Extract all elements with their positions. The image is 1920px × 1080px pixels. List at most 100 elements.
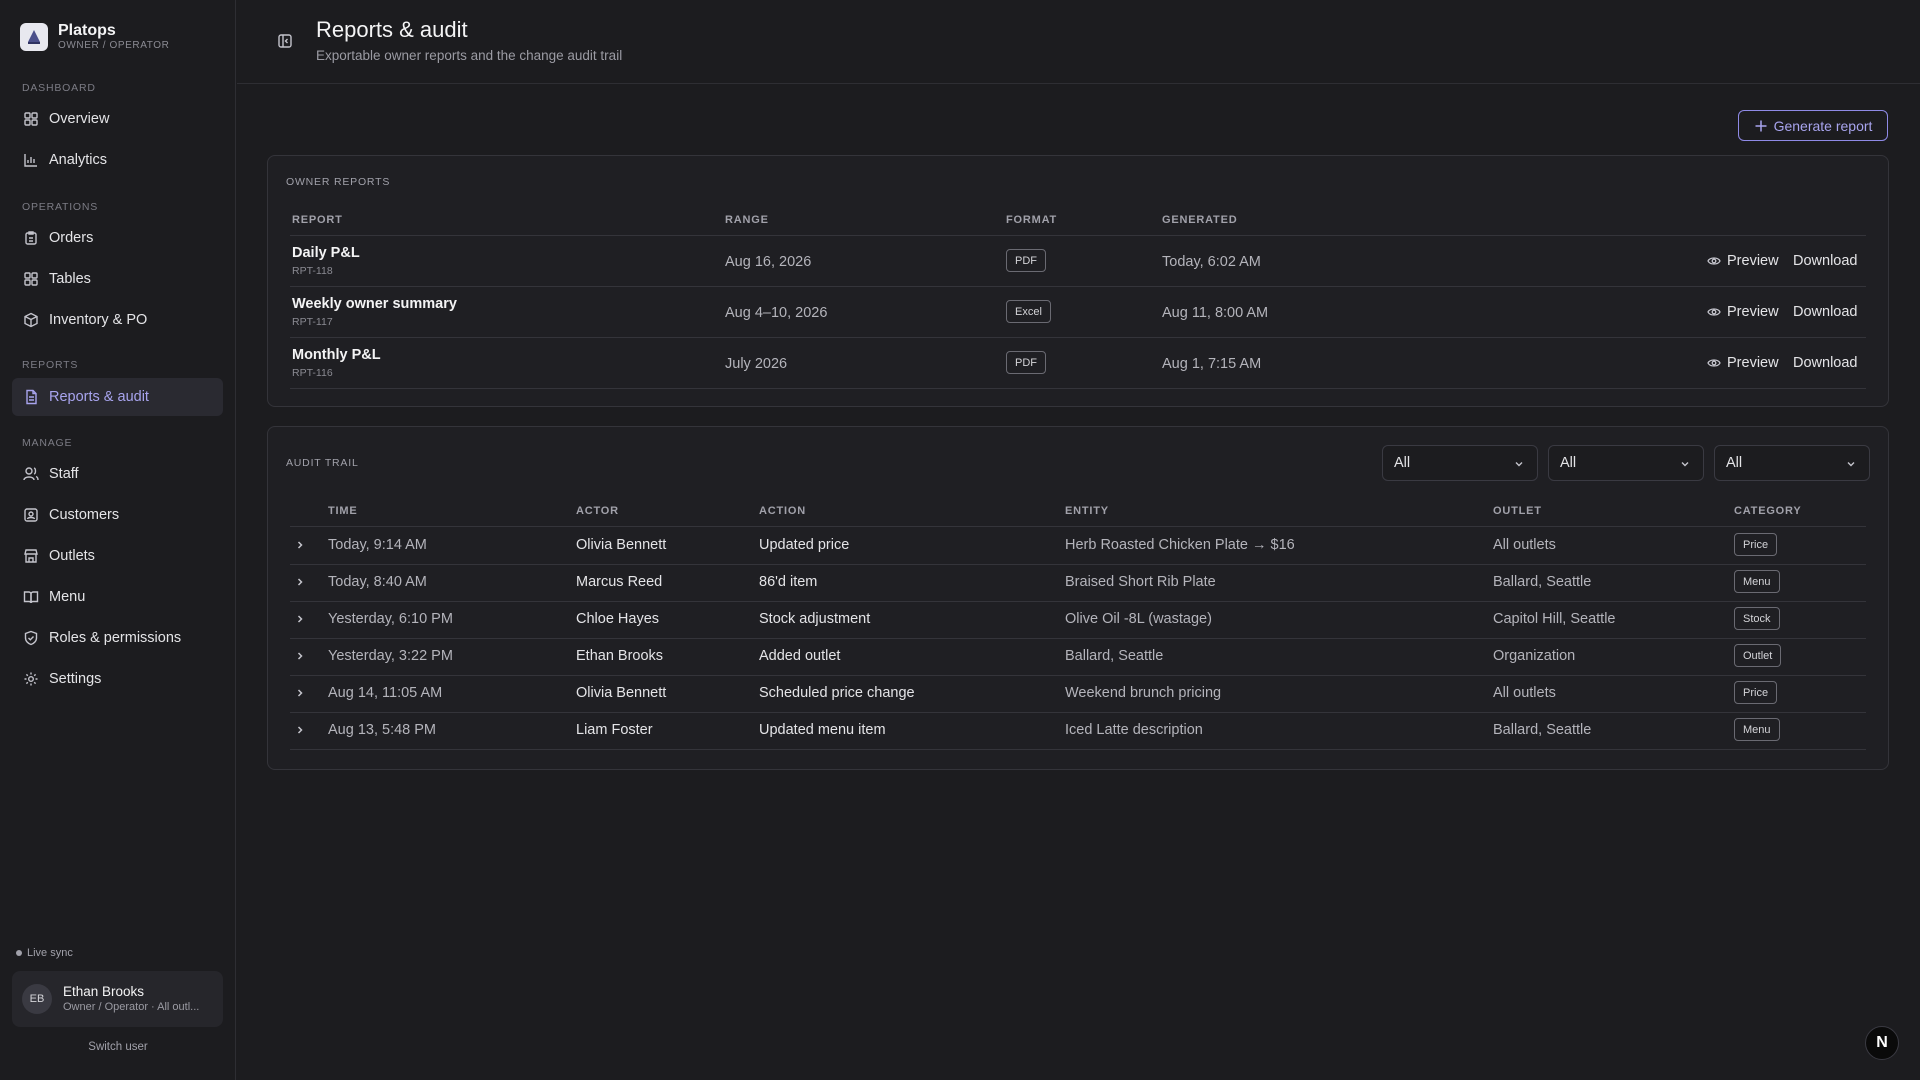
brand-logo-icon — [20, 23, 48, 51]
col-action: ACTION — [759, 505, 806, 517]
audit-actor: Olivia Bennett — [576, 537, 667, 553]
filter-value: All — [1394, 455, 1411, 471]
n-badge[interactable]: N — [1865, 1026, 1899, 1060]
preview-label: Preview — [1727, 355, 1779, 371]
switch-user-link[interactable]: Switch user — [0, 1041, 236, 1053]
user-role: Owner / Operator · All outl... — [63, 1000, 200, 1013]
eye-icon — [1707, 308, 1721, 316]
download-link[interactable]: Download — [1793, 304, 1858, 320]
sidebar-item-tables[interactable]: Tables — [12, 260, 223, 298]
owner-reports-title: OWNER REPORTS — [286, 176, 391, 188]
col-range: RANGE — [725, 214, 769, 226]
sidebar-item-overview[interactable]: Overview — [12, 100, 223, 138]
audit-outlet: Ballard, Seattle — [1493, 574, 1592, 590]
audit-outlet: All outlets — [1493, 537, 1556, 553]
sidebar-item-label: Orders — [49, 230, 94, 246]
audit-time: Aug 14, 11:05 AM — [328, 685, 443, 701]
divider — [290, 235, 1866, 236]
format-badge: PDF — [1006, 351, 1046, 374]
preview-link[interactable]: Preview — [1707, 304, 1779, 320]
nav-section-reports: REPORTS — [22, 359, 79, 371]
audit-outlet: Organization — [1493, 648, 1576, 664]
report-id: RPT-116 — [292, 367, 333, 379]
package-icon — [24, 312, 38, 328]
chevron-right-icon[interactable] — [294, 650, 306, 662]
col-report: REPORT — [292, 214, 343, 226]
page-title: Reports & audit — [316, 17, 468, 42]
generate-report-button[interactable]: Generate report — [1738, 110, 1888, 141]
store-icon — [24, 549, 38, 563]
filter-select-2[interactable]: All — [1548, 445, 1704, 481]
sidebar-item-reports-audit[interactable]: Reports & audit — [12, 378, 223, 416]
download-link[interactable]: Download — [1793, 253, 1858, 269]
col-outlet: OUTLET — [1493, 505, 1542, 517]
col-generated: GENERATED — [1162, 214, 1238, 226]
gear-icon — [24, 672, 38, 686]
audit-time: Today, 9:14 AM — [328, 537, 427, 553]
avatar: EB — [22, 984, 52, 1014]
category-badge: Price — [1734, 681, 1778, 704]
sidebar-item-menu[interactable]: Menu — [12, 578, 223, 616]
sidebar-item-customers[interactable]: Customers — [12, 496, 223, 534]
report-range: Aug 16, 2026 — [725, 254, 812, 270]
preview-link[interactable]: Preview — [1707, 355, 1779, 371]
chevron-right-icon[interactable] — [294, 687, 306, 699]
grid-icon — [24, 272, 38, 286]
sidebar-item-inventory[interactable]: Inventory & PO — [12, 301, 223, 339]
divider — [290, 675, 1866, 676]
col-format: FORMAT — [1006, 214, 1058, 226]
audit-time: Aug 13, 5:48 PM — [328, 722, 437, 738]
report-generated: Today, 6:02 AM — [1162, 254, 1261, 270]
user-card[interactable]: EB Ethan Brooks Owner / Operator · All o… — [12, 971, 223, 1027]
audit-entity: Ballard, Seattle — [1065, 648, 1164, 664]
filter-select-3[interactable]: All — [1714, 445, 1870, 481]
page-header: Reports & audit Exportable owner reports… — [237, 0, 1920, 84]
live-sync-status: Live sync — [16, 947, 73, 959]
divider — [290, 564, 1866, 565]
audit-action: Scheduled price change — [759, 685, 915, 701]
sidebar-item-staff[interactable]: Staff — [12, 455, 223, 493]
live-sync-label: Live sync — [27, 947, 73, 959]
divider — [290, 749, 1866, 750]
report-name: Weekly owner summary — [292, 296, 457, 312]
filter-select-1[interactable]: All — [1382, 445, 1538, 481]
chevron-right-icon[interactable] — [294, 724, 306, 736]
preview-label: Preview — [1727, 253, 1779, 269]
chevron-right-icon[interactable] — [294, 576, 306, 588]
sidebar-item-label: Analytics — [49, 152, 108, 168]
generate-report-label: Generate report — [1773, 117, 1873, 134]
category-badge: Menu — [1734, 718, 1780, 741]
report-name: Monthly P&L — [292, 347, 381, 363]
chevron-down-icon — [1515, 462, 1523, 467]
report-id: RPT-118 — [292, 265, 333, 277]
audit-action: Updated menu item — [759, 722, 886, 738]
chevron-right-icon[interactable] — [294, 613, 306, 625]
brand[interactable]: Platops OWNER / OPERATOR — [20, 22, 169, 52]
nav-section-manage: MANAGE — [22, 437, 73, 449]
chevron-right-icon[interactable] — [294, 539, 306, 551]
category-badge: Stock — [1734, 607, 1780, 630]
audit-actor: Olivia Bennett — [576, 685, 667, 701]
divider — [290, 337, 1866, 338]
sidebar-item-outlets[interactable]: Outlets — [12, 537, 223, 575]
sidebar-toggle-icon[interactable] — [277, 33, 293, 49]
shield-icon — [24, 630, 38, 646]
sidebar-item-settings[interactable]: Settings — [12, 660, 223, 698]
filter-value: All — [1726, 455, 1743, 471]
audit-action: Stock adjustment — [759, 611, 871, 627]
sidebar-item-analytics[interactable]: Analytics — [12, 141, 223, 179]
audit-trail-title: AUDIT TRAIL — [286, 457, 359, 469]
report-generated: Aug 1, 7:15 AM — [1162, 356, 1262, 372]
user-name: Ethan Brooks — [63, 983, 145, 999]
download-link[interactable]: Download — [1793, 355, 1858, 371]
plus-icon — [1755, 120, 1767, 131]
eye-icon — [1707, 257, 1721, 265]
sidebar-item-roles[interactable]: Roles & permissions — [12, 619, 223, 657]
preview-link[interactable]: Preview — [1707, 253, 1779, 269]
col-actor: ACTOR — [576, 505, 619, 517]
sidebar-item-label: Staff — [49, 466, 79, 482]
sidebar-item-orders[interactable]: Orders — [12, 219, 223, 257]
audit-action: 86'd item — [759, 574, 818, 590]
audit-actor: Ethan Brooks — [576, 648, 664, 664]
col-entity: ENTITY — [1065, 505, 1109, 517]
